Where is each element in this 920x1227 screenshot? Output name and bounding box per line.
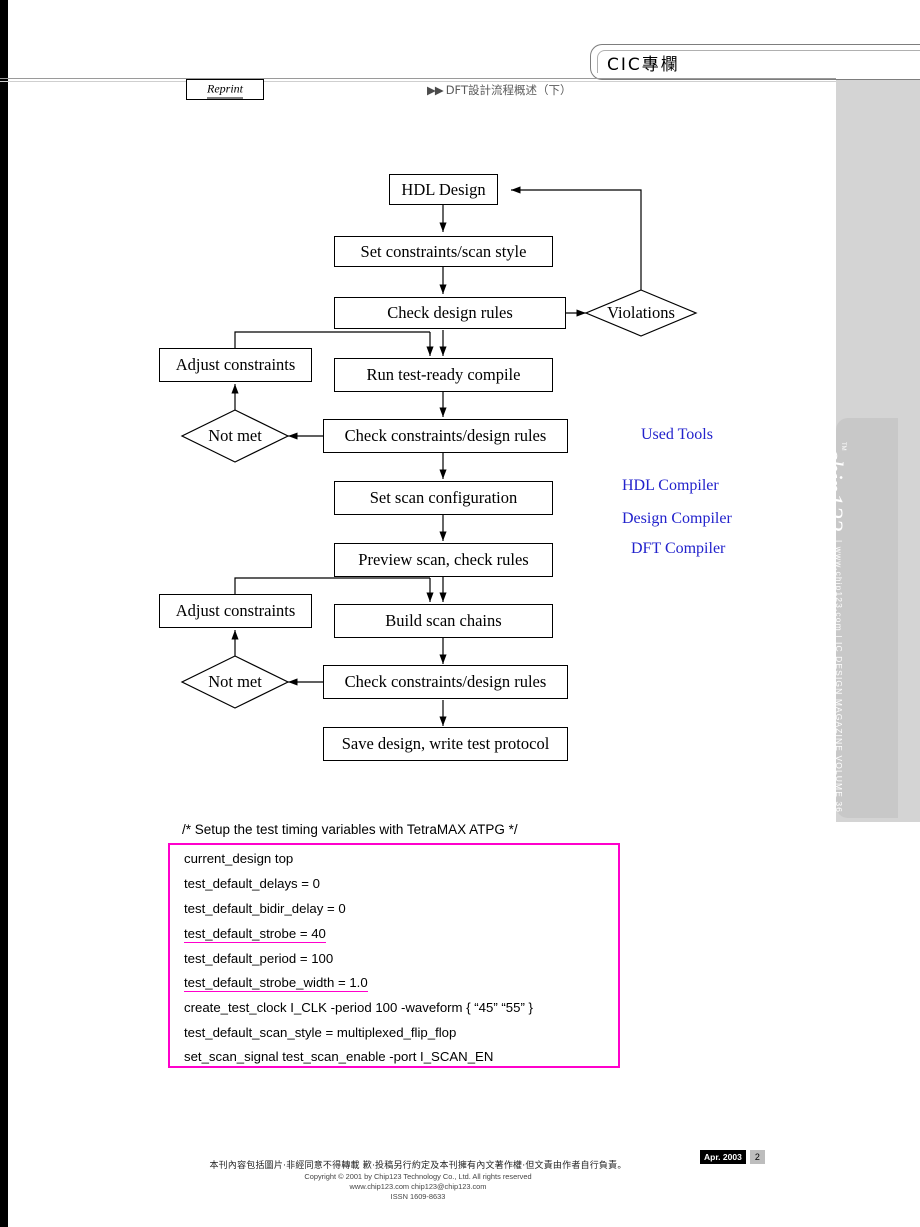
- flow-node-not-met-2: Not met: [182, 656, 288, 708]
- used-tool-design-compiler: Design Compiler: [622, 510, 732, 527]
- code-line: create_test_clock I_CLK -period 100 -wav…: [184, 1000, 533, 1015]
- flow-node-label: Adjust constraints: [175, 601, 296, 620]
- flow-node-label: Preview scan, check rules: [358, 550, 529, 569]
- flow-node-label: Not met: [208, 672, 262, 691]
- flow-node-label: Check constraints/design rules: [344, 426, 547, 445]
- used-tool-dft-compiler: DFT Compiler: [631, 540, 726, 557]
- code-line-highlighted: test_default_strobe_width = 1.0: [184, 975, 368, 992]
- flow-node-adjust-constraints-1: Adjust constraints: [159, 348, 312, 382]
- flow-node-label: Set scan configuration: [369, 488, 518, 507]
- flow-node-hdl-design: HDL Design: [389, 174, 498, 205]
- flow-node-label: Set constraints/scan style: [360, 241, 527, 261]
- flow-node-check-constraints-1: Check constraints/design rules: [323, 419, 568, 453]
- flow-node-save-design: Save design, write test protocol: [323, 727, 568, 761]
- flow-node-check-design-rules: Check design rules: [334, 297, 566, 329]
- code-line-highlighted: test_default_strobe = 40: [184, 926, 326, 943]
- code-line: test_default_delays = 0: [184, 876, 321, 891]
- flow-node-adjust-constraints-2: Adjust constraints: [159, 594, 312, 628]
- code-line: test_default_period = 100: [184, 951, 334, 966]
- footer-copyright-cn: 本刊內容包括圖片‧非經同意不得轉載 歉‧投稿另行約定及本刊擁有內文著作權‧但文責…: [209, 1161, 627, 1171]
- flow-node-label: Violations: [607, 303, 675, 322]
- used-tool-hdl-compiler: HDL Compiler: [622, 477, 719, 494]
- flow-node-label: Build scan chains: [385, 611, 502, 630]
- flow-node-label: Check constraints/design rules: [344, 672, 547, 691]
- flow-node-set-scan-configuration: Set scan configuration: [334, 481, 553, 515]
- flow-node-label: Adjust constraints: [175, 355, 296, 374]
- code-line: current_design top: [184, 851, 294, 866]
- flow-node-violations: Violations: [586, 290, 696, 336]
- page-right-white-bottom: [836, 822, 920, 1227]
- flow-node-not-met-1: Not met: [182, 410, 288, 462]
- flow-node-label: HDL Design: [401, 179, 486, 199]
- flow-node-preview-scan: Preview scan, check rules: [334, 543, 553, 577]
- page-footer: 本刊內容包括圖片‧非經同意不得轉載 歉‧投稿另行約定及本刊擁有內文著作權‧但文責…: [0, 1160, 836, 1202]
- flow-node-set-constraints: Set constraints/scan style: [334, 236, 553, 267]
- flow-node-label: Check design rules: [387, 303, 513, 322]
- flow-node-run-test-ready-compile: Run test-ready compile: [334, 358, 553, 392]
- footer-issn: ISSN 1609-8633: [390, 1192, 446, 1202]
- flow-node-label: Not met: [208, 426, 262, 445]
- flow-node-check-constraints-2: Check constraints/design rules: [323, 665, 568, 699]
- code-comment: /* Setup the test timing variables with …: [182, 822, 518, 837]
- code-block: current_design top test_default_delays =…: [168, 843, 620, 1068]
- flow-node-label: Run test-ready compile: [366, 365, 521, 384]
- code-line: test_default_scan_style = multiplexed_fl…: [184, 1025, 457, 1040]
- used-tools-heading: Used Tools: [641, 426, 713, 443]
- sidebar-logo: TM chip123: [819, 438, 896, 538]
- code-line: set_scan_signal test_scan_enable -port I…: [184, 1049, 494, 1064]
- flow-node-build-scan-chains: Build scan chains: [334, 604, 553, 638]
- footer-copyright-en: Copyright © 2001 by Chip123 Technology C…: [304, 1172, 532, 1182]
- footer-website: www.chip123.com chip123@chip123.com: [349, 1182, 487, 1192]
- flow-node-label: Save design, write test protocol: [341, 734, 550, 753]
- code-line: test_default_bidir_delay = 0: [184, 901, 346, 916]
